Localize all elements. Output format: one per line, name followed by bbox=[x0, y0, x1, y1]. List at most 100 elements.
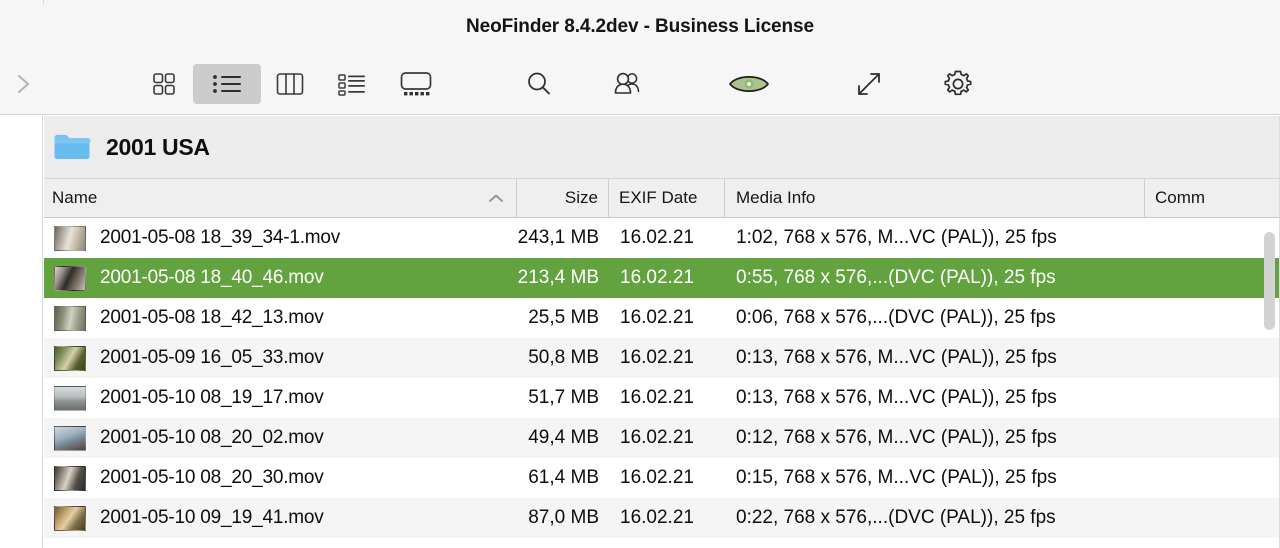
cell-exif-date: 16.02.21 bbox=[609, 498, 725, 538]
cell-size: 50,8 MB bbox=[517, 338, 609, 378]
file-name-label: 2001-05-09 16_05_33.mov bbox=[100, 347, 324, 369]
file-name-label: 2001-05-08 18_40_46.mov bbox=[100, 267, 324, 289]
cell-exif-date: 16.02.21 bbox=[609, 338, 725, 378]
title-bar-seam bbox=[43, 0, 44, 4]
file-list[interactable]: 2001-05-08 18_39_34-1.mov243,1 MB16.02.2… bbox=[44, 218, 1280, 548]
table-row[interactable]: 2001-05-10 08_19_17.mov 51,7 MB16.02.210:… bbox=[44, 378, 1280, 418]
cell-size: 25,5 MB bbox=[517, 298, 609, 338]
grid-view-icon bbox=[150, 70, 178, 98]
neofinder-window: NeoFinder 8.4.2dev - Business License bbox=[0, 0, 1280, 548]
file-name-label: 2001-05-08 18_39_34-1.mov bbox=[100, 227, 340, 249]
column-header-size[interactable]: Size bbox=[517, 179, 609, 217]
search-button[interactable] bbox=[516, 64, 562, 104]
column-header-media-info[interactable]: Media Info bbox=[725, 179, 1145, 217]
folder-title: 2001 USA bbox=[106, 134, 210, 161]
chevron-right-icon bbox=[15, 70, 33, 98]
video-thumbnail bbox=[54, 266, 86, 291]
cell-name: 2001-05-10 08_20_02.mov bbox=[44, 418, 517, 458]
view-mode-column-button[interactable] bbox=[268, 64, 312, 104]
gear-icon bbox=[942, 68, 974, 100]
sidebar-panel[interactable] bbox=[0, 116, 43, 548]
eye-icon bbox=[726, 69, 772, 99]
cell-media-info: 0:13, 768 x 576, M...VC (PAL)), 25 fps bbox=[725, 338, 1145, 378]
view-mode-icon-button[interactable] bbox=[142, 64, 186, 104]
list-view-icon bbox=[210, 71, 244, 97]
table-row[interactable]: 2001-05-09 16_05_33.mov 50,8 MB16.02.210:… bbox=[44, 338, 1280, 378]
view-mode-list-button[interactable] bbox=[193, 64, 261, 104]
gallery-view-icon bbox=[337, 71, 367, 97]
vertical-scrollbar[interactable] bbox=[1258, 218, 1280, 548]
people-icon bbox=[612, 70, 644, 98]
window-title: NeoFinder 8.4.2dev - Business License bbox=[466, 16, 814, 38]
cell-size: 51,7 MB bbox=[517, 378, 609, 418]
cell-exif-date: 16.02.21 bbox=[609, 378, 725, 418]
file-name-label: 2001-05-10 09_19_41.mov bbox=[100, 507, 324, 529]
video-thumbnail bbox=[54, 386, 86, 411]
cell-name: 2001-05-10 08_20_30.mov bbox=[44, 458, 517, 498]
expand-arrows-icon bbox=[853, 68, 885, 100]
cell-size: 213,4 MB bbox=[517, 258, 609, 298]
cell-size: 61,4 MB bbox=[517, 458, 609, 498]
column-header-exif-date-label: EXIF Date bbox=[619, 188, 697, 208]
sidebar-toggle-button[interactable] bbox=[4, 64, 44, 104]
video-thumbnail bbox=[54, 306, 86, 331]
cell-media-info: 0:13, 768 x 576, M...VC (PAL)), 25 fps bbox=[725, 378, 1145, 418]
cell-size: 87,0 MB bbox=[517, 498, 609, 538]
video-thumbnail bbox=[54, 426, 86, 451]
column-view-icon bbox=[275, 71, 305, 97]
cell-name: 2001-05-08 18_42_13.mov bbox=[44, 298, 517, 338]
cell-name: 2001-05-10 09_19_41.mov bbox=[44, 498, 517, 538]
cell-media-info: 0:06, 768 x 576,...(DVC (PAL)), 25 fps bbox=[725, 298, 1145, 338]
settings-button[interactable] bbox=[935, 64, 981, 104]
file-name-label: 2001-05-08 18_42_13.mov bbox=[100, 307, 324, 329]
table-row[interactable]: 2001-05-10 08_20_30.mov61,4 MB16.02.210:… bbox=[44, 458, 1280, 498]
view-mode-slideshow-button[interactable] bbox=[393, 64, 439, 104]
view-mode-gallery-button[interactable] bbox=[330, 64, 374, 104]
sort-ascending-icon bbox=[488, 193, 504, 203]
cell-exif-date: 16.02.21 bbox=[609, 218, 725, 258]
column-header-name[interactable]: Name bbox=[44, 179, 517, 217]
video-thumbnail bbox=[54, 506, 86, 531]
table-row[interactable]: 2001-05-10 09_19_41.mov 87,0 MB16.02.210:… bbox=[44, 498, 1280, 538]
column-header-comment[interactable]: Comm bbox=[1145, 179, 1280, 217]
cell-exif-date: 16.02.21 bbox=[609, 298, 725, 338]
people-button[interactable] bbox=[605, 64, 651, 104]
table-row[interactable]: 2001-05-10 08_20_02.mov49,4 MB16.02.210:… bbox=[44, 418, 1280, 458]
table-column-headers: Name Size EXIF Date Media Info Comm bbox=[44, 178, 1280, 218]
title-bar: NeoFinder 8.4.2dev - Business License bbox=[0, 0, 1280, 53]
table-row[interactable]: 2001-05-08 18_40_46.mov 213,4 MB16.02.210… bbox=[44, 258, 1280, 298]
cell-media-info: 0:12, 768 x 576, M...VC (PAL)), 25 fps bbox=[725, 418, 1145, 458]
file-name-label: 2001-05-10 08_19_17.mov bbox=[100, 387, 324, 409]
column-header-exif-date[interactable]: EXIF Date bbox=[609, 179, 725, 217]
column-header-name-label: Name bbox=[52, 188, 97, 208]
cell-exif-date: 16.02.21 bbox=[609, 418, 725, 458]
file-name-label: 2001-05-10 08_20_30.mov bbox=[100, 467, 324, 489]
toolbar bbox=[0, 53, 1280, 115]
column-header-comment-label: Comm bbox=[1155, 188, 1205, 208]
filmstrip-view-icon bbox=[399, 70, 433, 98]
table-row[interactable]: 2001-05-08 18_39_34-1.mov 243,1 MB16.02.2… bbox=[44, 218, 1280, 258]
cell-name: 2001-05-08 18_39_34-1.mov bbox=[44, 218, 517, 258]
scrollbar-thumb[interactable] bbox=[1264, 232, 1275, 330]
file-name-label: 2001-05-10 08_20_02.mov bbox=[100, 427, 324, 449]
cell-name: 2001-05-08 18_40_46.mov bbox=[44, 258, 517, 298]
column-header-size-label: Size bbox=[565, 188, 598, 208]
cell-size: 243,1 MB bbox=[517, 218, 609, 258]
cell-name: 2001-05-09 16_05_33.mov bbox=[44, 338, 517, 378]
cell-media-info: 0:22, 768 x 576,...(DVC (PAL)), 25 fps bbox=[725, 498, 1145, 538]
cell-name: 2001-05-10 08_19_17.mov bbox=[44, 378, 517, 418]
folder-icon bbox=[53, 132, 91, 162]
cell-media-info: 1:02, 768 x 576, M...VC (PAL)), 25 fps bbox=[725, 218, 1145, 258]
cell-media-info: 0:15, 768 x 576, M...VC (PAL)), 25 fps bbox=[725, 458, 1145, 498]
search-icon bbox=[524, 69, 554, 99]
fullscreen-button[interactable] bbox=[846, 64, 892, 104]
cell-media-info: 0:55, 768 x 576,...(DVC (PAL)), 25 fps bbox=[725, 258, 1145, 298]
table-row[interactable]: 2001-05-08 18_42_13.mov 25,5 MB16.02.210:… bbox=[44, 298, 1280, 338]
column-header-media-info-label: Media Info bbox=[736, 188, 815, 208]
video-thumbnail bbox=[54, 346, 86, 371]
folder-header: 2001 USA bbox=[44, 116, 1280, 178]
video-thumbnail bbox=[54, 226, 86, 251]
preview-button[interactable] bbox=[724, 64, 774, 104]
cell-exif-date: 16.02.21 bbox=[609, 258, 725, 298]
video-thumbnail bbox=[54, 466, 86, 491]
